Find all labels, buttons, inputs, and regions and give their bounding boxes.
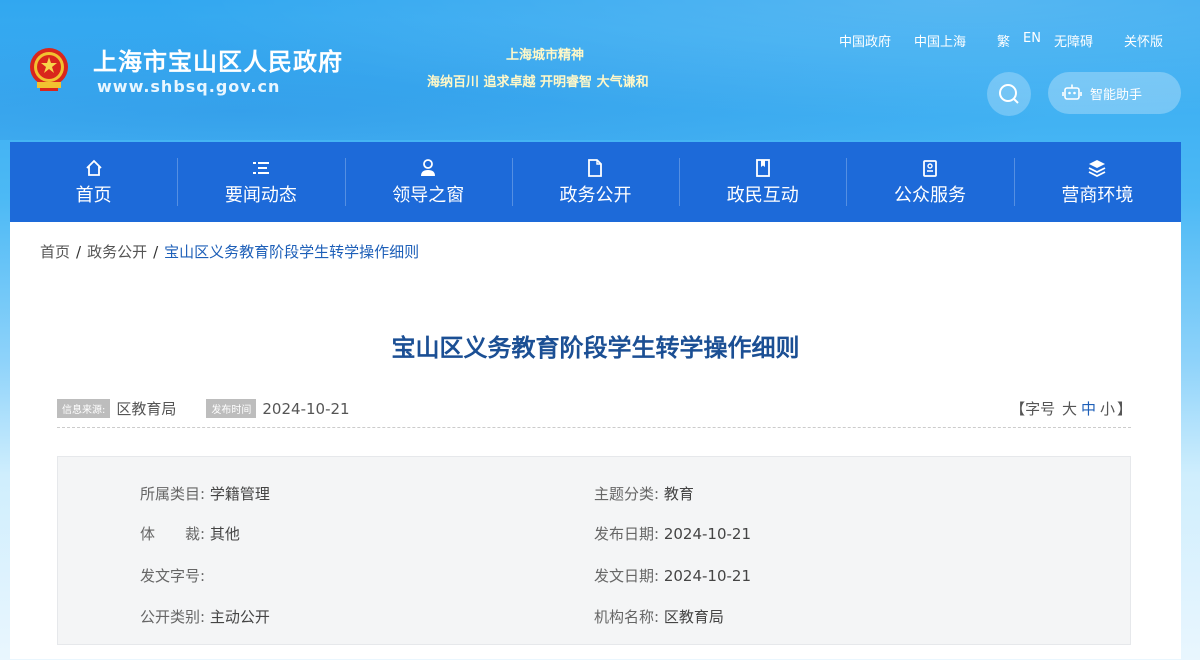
font-size-label: 【字号	[1010, 400, 1056, 418]
info-value: 其他	[209, 525, 240, 543]
info-value: 主动公开	[209, 608, 270, 626]
home-icon	[84, 157, 104, 179]
date-tag: 发布时间	[206, 399, 257, 418]
date-value: 2024-10-21	[262, 399, 350, 418]
info-label: 机构名称:	[594, 608, 660, 626]
info-label: 发文日期:	[594, 567, 660, 585]
assistant-label: 智能助手	[1090, 87, 1143, 103]
info-label: 体 裁:	[140, 525, 206, 543]
nav-item-leaders[interactable]: 领导之窗	[344, 142, 512, 222]
info-value: 2024-10-21	[663, 567, 752, 585]
info-label: 公开类别:	[140, 608, 206, 626]
info-genre: 体 裁: 其他	[140, 523, 240, 544]
nav-label: 公众服务	[894, 185, 967, 206]
info-label: 发文字号:	[140, 567, 206, 585]
link-english[interactable]: EN	[1023, 31, 1041, 46]
city-spirit-text: 海纳百川 追求卓越 开明睿智 大气谦和	[427, 75, 649, 90]
font-size-control: 【字号 大中小】	[1010, 398, 1132, 419]
assistant-button[interactable]: 智能助手	[1048, 72, 1181, 114]
site-url: www.shbsq.gov.cn	[97, 77, 281, 96]
info-label: 所属类目:	[140, 485, 206, 503]
nav-item-public-service[interactable]: 公众服务	[846, 142, 1013, 222]
breadcrumb-gov-affairs[interactable]: 政务公开	[87, 243, 147, 261]
nav-label: 营商环境	[1061, 185, 1134, 206]
source-value: 区教育局	[116, 400, 177, 418]
breadcrumb-separator: /	[153, 243, 159, 261]
nav-item-interaction[interactable]: 政民互动	[679, 142, 846, 222]
info-value: 学籍管理	[209, 485, 270, 503]
info-value: 教育	[663, 485, 694, 503]
national-emblem-icon	[30, 48, 68, 91]
list-icon	[251, 157, 271, 179]
nav-item-business[interactable]: 营商环境	[1013, 142, 1181, 222]
info-category: 所属类目: 学籍管理	[140, 483, 270, 504]
font-size-small[interactable]: 小	[1100, 400, 1115, 418]
source-tag: 信息来源:	[57, 399, 111, 418]
font-size-large[interactable]: 大	[1062, 400, 1077, 418]
breadcrumb-current[interactable]: 宝山区义务教育阶段学生转学操作细则	[164, 243, 419, 261]
article-meta: 信息来源: 区教育局 发布时间 2024-10-21	[57, 398, 350, 419]
font-size-close: 】	[1116, 400, 1132, 418]
content-panel: 首页 / 政务公开 / 宝山区义务教育阶段学生转学操作细则 宝山区义务教育阶段学生转学操…	[10, 222, 1181, 659]
info-publish-date: 发布日期: 2024-10-21	[594, 523, 751, 544]
search-icon	[999, 84, 1019, 104]
info-label: 发布日期:	[594, 525, 660, 543]
article-title: 宝山区义务教育阶段学生转学操作细则	[391, 334, 800, 362]
info-organization: 机构名称: 区教育局	[594, 606, 724, 627]
nav-item-home[interactable]: 首页	[10, 142, 177, 222]
font-size-medium[interactable]: 中	[1081, 400, 1096, 418]
nav-item-gov-affairs[interactable]: 政务公开	[511, 142, 679, 222]
info-open-type: 公开类别: 主动公开	[140, 606, 270, 627]
document-icon	[585, 157, 605, 179]
info-issue-date: 发文日期: 2024-10-21	[594, 565, 751, 586]
nav-label: 政务公开	[559, 185, 632, 206]
nav-label: 领导之窗	[392, 185, 465, 206]
nav-label: 首页	[75, 185, 112, 206]
link-accessibility[interactable]: 无障碍	[1054, 31, 1093, 50]
info-value: 区教育局	[663, 608, 724, 626]
main-nav: 首页 要闻动态 领导之窗 政务公开 政民互动 公众服务 营商环境	[10, 142, 1181, 222]
breadcrumb-separator: /	[76, 243, 82, 261]
info-value: 2024-10-21	[663, 525, 752, 543]
link-shanghai[interactable]: 中国上海	[914, 31, 966, 50]
bookmark-icon	[753, 157, 773, 179]
search-button[interactable]	[987, 72, 1031, 116]
clipboard-icon	[920, 157, 940, 179]
info-box: 所属类目: 学籍管理 主题分类: 教育 体 裁: 其他 发布日期: 2024-1…	[57, 456, 1131, 645]
breadcrumb: 首页 / 政务公开 / 宝山区义务教育阶段学生转学操作细则	[40, 241, 419, 262]
info-doc-number: 发文字号:	[140, 565, 205, 586]
info-topic: 主题分类: 教育	[594, 483, 694, 504]
layers-icon	[1087, 157, 1107, 179]
nav-item-news[interactable]: 要闻动态	[177, 142, 344, 222]
nav-label: 要闻动态	[224, 185, 297, 206]
info-label: 主题分类:	[594, 485, 660, 503]
meta-divider	[57, 427, 1131, 428]
link-care-version[interactable]: 关怀版	[1124, 31, 1163, 50]
link-china-gov[interactable]: 中国政府	[839, 31, 891, 50]
breadcrumb-home[interactable]: 首页	[40, 243, 70, 261]
link-traditional[interactable]: 繁	[997, 31, 1010, 50]
robot-icon	[1062, 84, 1082, 100]
person-icon	[418, 157, 438, 179]
top-links: 中国政府 中国上海 繁 EN 无障碍 关怀版	[0, 31, 1200, 50]
nav-label: 政民互动	[726, 185, 799, 206]
